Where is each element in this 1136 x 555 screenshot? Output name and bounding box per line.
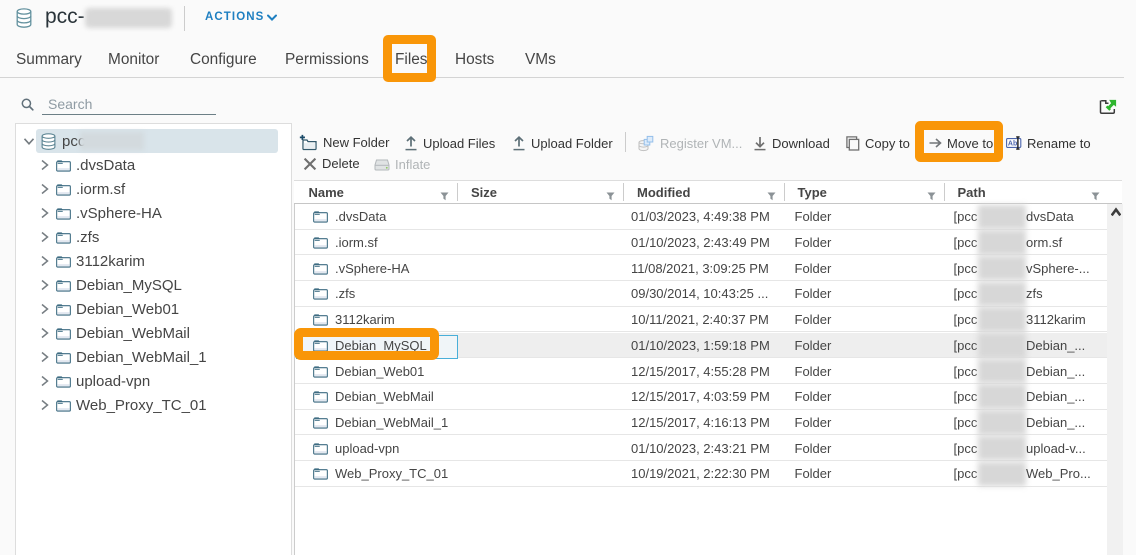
- svg-text:Ab: Ab: [1008, 140, 1017, 147]
